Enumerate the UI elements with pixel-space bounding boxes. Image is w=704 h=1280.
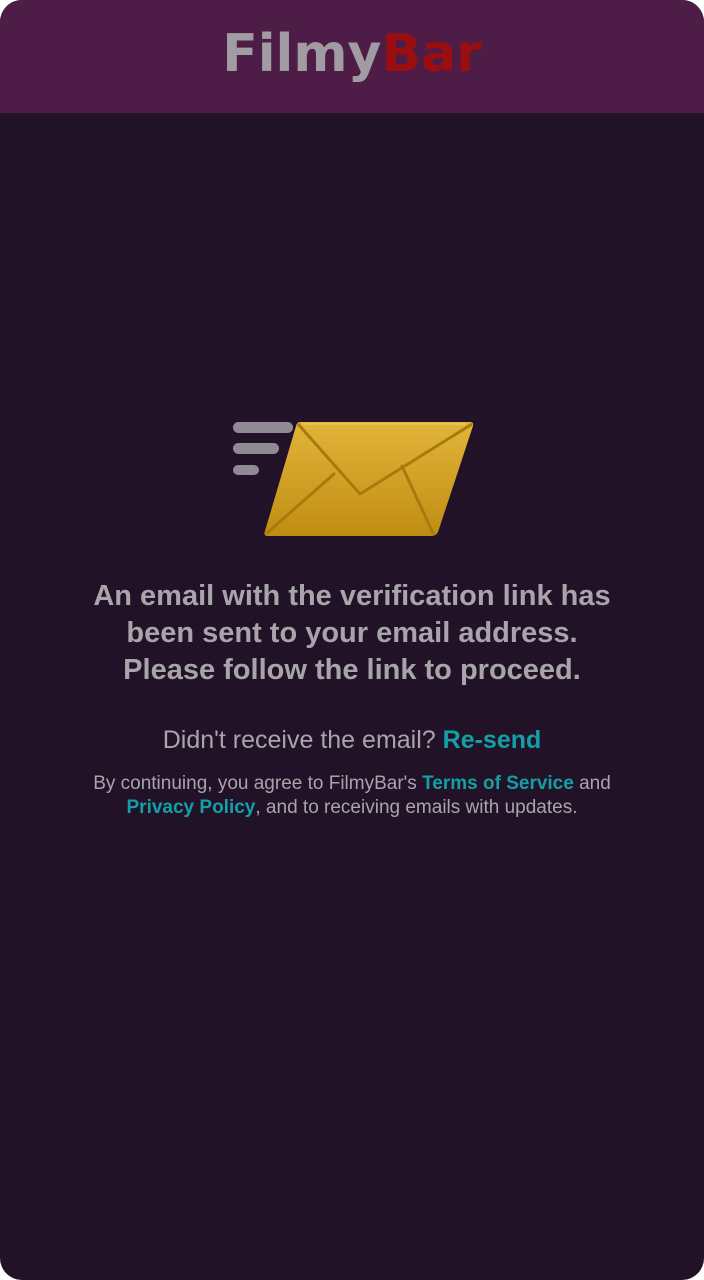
- privacy-policy-link[interactable]: Privacy Policy: [127, 797, 256, 818]
- verification-content: An email with the verification link has …: [0, 113, 704, 1280]
- legal-suffix: , and to receiving emails with updates.: [255, 797, 578, 818]
- legal-prefix: By continuing, you agree to FilmyBar's: [93, 773, 417, 794]
- app-header: FilmyBar: [0, 0, 704, 113]
- logo-text-filmy: Filmy: [222, 23, 382, 84]
- logo-text-bar: Bar: [381, 23, 482, 84]
- message-line-2: been sent to your email address.: [126, 617, 578, 649]
- envelope-sending-icon: [226, 414, 478, 540]
- filmybar-logo: FilmyBar: [222, 28, 482, 80]
- message-line-1: An email with the verification link has: [93, 580, 611, 612]
- legal-and: and: [579, 773, 611, 794]
- legal-line-1: By continuing, you agree to FilmyBar's T…: [40, 772, 664, 796]
- resend-link[interactable]: Re-send: [443, 726, 542, 754]
- legal-notice: By continuing, you agree to FilmyBar's T…: [40, 772, 664, 820]
- terms-of-service-link[interactable]: Terms of Service: [422, 773, 574, 794]
- resend-row: Didn't receive the email? Re-send: [40, 724, 664, 756]
- app-screen: FilmyBar An email with the verification …: [0, 0, 704, 1280]
- legal-line-2: Privacy Policy, and to receiving emails …: [40, 796, 664, 820]
- resend-prompt: Didn't receive the email?: [162, 726, 436, 754]
- message-line-3: Please follow the link to proceed.: [123, 654, 581, 686]
- verification-message: An email with the verification link has …: [40, 578, 664, 689]
